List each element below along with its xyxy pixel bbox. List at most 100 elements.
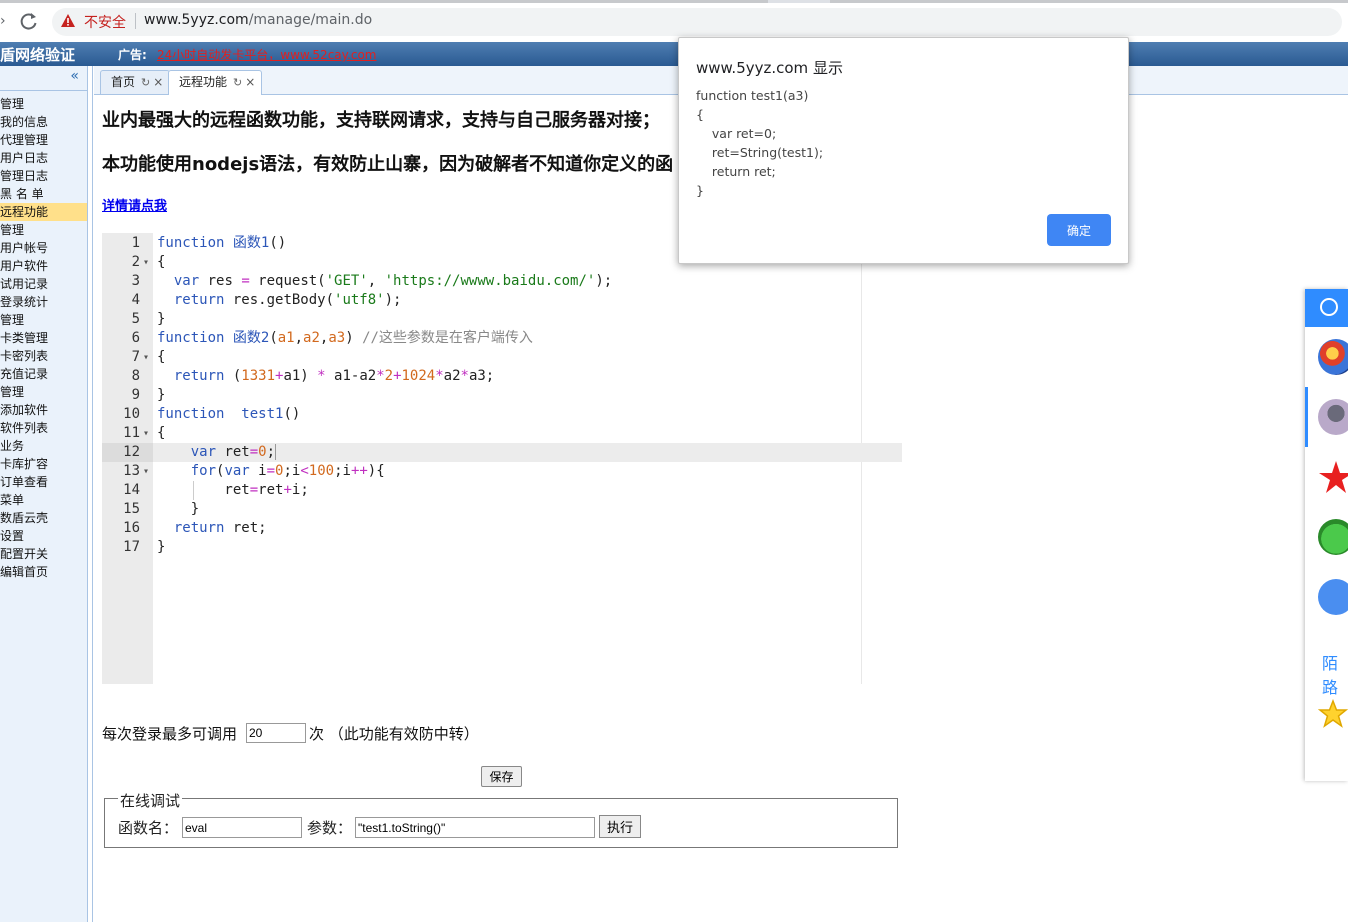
- code-line[interactable]: 14 ret=ret+i;: [102, 481, 902, 500]
- sidebar-item[interactable]: 管理: [0, 311, 87, 329]
- call-limit-input[interactable]: [246, 723, 306, 743]
- text-cursor: [275, 444, 277, 460]
- cloud-app-icon[interactable]: [1318, 579, 1348, 615]
- red-star-app-icon[interactable]: [1318, 459, 1348, 495]
- sidebar-item[interactable]: 黑 名 单: [0, 185, 87, 203]
- frog-app-icon[interactable]: [1318, 519, 1348, 555]
- sidebar-item[interactable]: 设置: [0, 527, 87, 545]
- refresh-icon[interactable]: ↻: [233, 76, 242, 89]
- params-input[interactable]: [355, 817, 595, 838]
- line-number: 13: [123, 463, 140, 479]
- forward-icon[interactable]: ›: [0, 13, 8, 29]
- close-icon[interactable]: ×: [245, 75, 255, 89]
- code-line[interactable]: 9}: [102, 386, 902, 405]
- code-line[interactable]: 8 return (1331+a1) * a1-a2*2+1024*a2*a3;: [102, 367, 902, 386]
- sidebar-item[interactable]: 登录统计: [0, 293, 87, 311]
- ad-link[interactable]: 24小时自动发卡平台，www.52cay.com: [157, 46, 376, 63]
- sidebar-item[interactable]: 配置开关: [0, 545, 87, 563]
- fold-icon[interactable]: ▾: [143, 424, 149, 443]
- sidebar-item[interactable]: 数盾云壳: [0, 509, 87, 527]
- ad-label: 广告:: [118, 48, 147, 62]
- execute-button[interactable]: 执行: [599, 815, 641, 838]
- sidebar-item[interactable]: 编辑首页: [0, 563, 87, 581]
- code-line[interactable]: 11 ▾ {: [102, 424, 902, 443]
- sidebar-item[interactable]: 订单查看: [0, 473, 87, 491]
- windows-app-icon[interactable]: [1318, 339, 1348, 375]
- code-line[interactable]: 16 return ret;: [102, 519, 902, 538]
- code-text: for(var i=0;i<100;i++){: [190, 463, 385, 479]
- sidebar-item[interactable]: 卡密列表: [0, 347, 87, 365]
- code-text: function test1(): [157, 406, 301, 422]
- code-text: {: [157, 425, 166, 441]
- url-text[interactable]: www.5yyz.com/manage/main.do: [144, 12, 372, 28]
- code-line[interactable]: 7 ▾ {: [102, 348, 902, 367]
- details-link[interactable]: 详情请点我: [102, 195, 167, 214]
- url-path: /manage/main.do: [248, 12, 373, 28]
- tab-label: 首页: [111, 75, 136, 89]
- code-text: {: [157, 254, 166, 270]
- code-text: return res.getBody('utf8');: [173, 292, 402, 308]
- fold-icon[interactable]: ▾: [143, 348, 149, 367]
- call-limit-suffix: 次 （此功能有效防中转）: [309, 725, 479, 743]
- sidebar-item[interactable]: 管理: [0, 221, 87, 239]
- star-icon[interactable]: [1317, 698, 1348, 735]
- content-border: [92, 66, 93, 922]
- line-number: 10: [123, 406, 140, 422]
- sidebar-item[interactable]: 管理: [0, 95, 87, 113]
- sidebar-item[interactable]: 卡库扩容: [0, 455, 87, 473]
- warning-icon[interactable]: [60, 13, 76, 28]
- fold-icon[interactable]: ▾: [143, 253, 149, 272]
- code-line[interactable]: 5}: [102, 310, 902, 329]
- code-line[interactable]: 13 ▾ for(var i=0;i<100;i++){: [102, 462, 902, 481]
- save-button[interactable]: 保存: [481, 766, 522, 787]
- code-line[interactable]: 15 }: [102, 500, 902, 519]
- code-line[interactable]: 3 var res = request('GET', 'https://wwww…: [102, 272, 902, 291]
- browser-tab-strip: [0, 0, 1348, 3]
- sidebar-item[interactable]: 菜单: [0, 491, 87, 509]
- refresh-icon[interactable]: ↻: [141, 76, 150, 89]
- panel-app-text[interactable]: 陌路: [1322, 650, 1348, 698]
- code-text: ret=ret+i;: [157, 482, 309, 498]
- code-text: function 函数1(): [157, 235, 287, 251]
- function-name-label: 函数名：: [118, 819, 179, 837]
- sidebar-item[interactable]: 代理管理: [0, 131, 87, 149]
- tab-remote-function[interactable]: 远程功能 ↻ ×: [168, 70, 263, 95]
- params-label: 参数：: [307, 819, 353, 837]
- sidebar-item[interactable]: 用户日志: [0, 149, 87, 167]
- debug-legend: 在线调试: [118, 790, 183, 811]
- address-divider: [135, 13, 136, 29]
- reload-icon[interactable]: [18, 10, 40, 32]
- code-line[interactable]: 4 return res.getBody('utf8');: [102, 291, 902, 310]
- security-status[interactable]: 不安全: [84, 12, 126, 32]
- panel-search-button[interactable]: [1305, 289, 1348, 327]
- tab-home[interactable]: 首页 ↻ ×: [100, 70, 171, 94]
- code-line[interactable]: 6 function 函数2(a1,a2,a3) //这些参数是在客户端传入: [102, 329, 902, 348]
- sidebar-item[interactable]: 我的信息: [0, 113, 87, 131]
- sidebar-item[interactable]: 软件列表: [0, 419, 87, 437]
- code-text: var ret=0;: [190, 444, 277, 460]
- search-icon: [1320, 298, 1338, 316]
- sidebar-item[interactable]: 管理: [0, 383, 87, 401]
- sidebar-item[interactable]: 用户软件: [0, 257, 87, 275]
- code-line[interactable]: 17}: [102, 538, 902, 557]
- close-icon[interactable]: ×: [153, 75, 163, 89]
- code-line[interactable]: 10 function test1(): [102, 405, 902, 424]
- sidebar-item[interactable]: 充值记录: [0, 365, 87, 383]
- code-text: function 函数2(a1,a2,a3) //这些参数是在客户端传入: [157, 330, 533, 346]
- sidebar-item[interactable]: 管理日志: [0, 167, 87, 185]
- code-line-active[interactable]: 12 var ret=0;: [102, 443, 902, 462]
- code-text: var res = request('GET', 'https://wwww.b…: [173, 273, 613, 289]
- sidebar-item[interactable]: 远程功能: [0, 203, 87, 221]
- collapse-icon[interactable]: «: [70, 68, 79, 84]
- user-avatar-icon[interactable]: [1318, 399, 1348, 435]
- code-editor[interactable]: 1 function 函数1() 2 ▾{ 3 var res = request(…: [102, 233, 902, 684]
- sidebar-item[interactable]: 卡类管理: [0, 329, 87, 347]
- dialog-ok-button[interactable]: 确定: [1047, 214, 1111, 246]
- function-name-input[interactable]: [182, 817, 302, 838]
- sidebar-item[interactable]: 业务: [0, 437, 87, 455]
- sidebar-item[interactable]: 添加软件: [0, 401, 87, 419]
- floating-side-panel: 陌路: [1305, 289, 1348, 781]
- sidebar-item[interactable]: 用户帐号: [0, 239, 87, 257]
- sidebar-item[interactable]: 试用记录: [0, 275, 87, 293]
- fold-icon[interactable]: ▾: [143, 462, 149, 481]
